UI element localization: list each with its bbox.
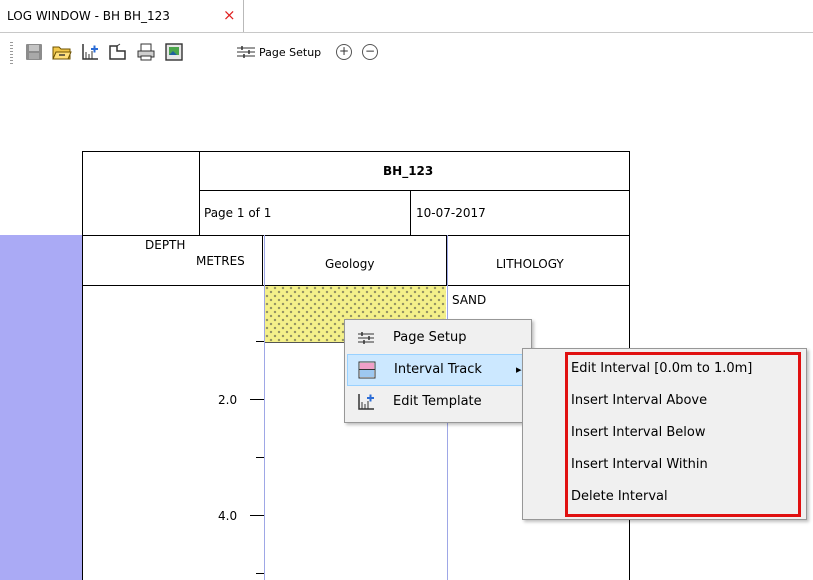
log-date: 10-07-2017 (416, 206, 486, 220)
open-folder-icon[interactable] (52, 42, 72, 62)
save-icon[interactable] (24, 42, 44, 62)
zoom-in-icon[interactable]: + (336, 44, 352, 60)
page-setup-icon (357, 329, 375, 347)
depth-header-line1: DEPTH (145, 238, 186, 252)
context-menu: Page Setup Interval Track ▸ Edit Templat… (344, 319, 532, 423)
menu-item-label: Interval Track (394, 362, 482, 377)
tab-log-window[interactable]: LOG WINDOW - BH BH_123 × (0, 0, 244, 32)
page-setup-button-label[interactable]: Page Setup (259, 46, 321, 59)
tab-title: LOG WINDOW - BH BH_123 (7, 9, 170, 23)
menu-item-interval-track[interactable]: Interval Track ▸ (347, 354, 527, 386)
edit-template-icon[interactable] (80, 42, 100, 62)
menu-item-label: Page Setup (393, 330, 467, 345)
close-icon[interactable]: × (223, 7, 236, 23)
zoom-out-icon[interactable]: − (362, 44, 378, 60)
depth-label-2: 2.0 (218, 393, 238, 407)
depth-band (0, 235, 82, 580)
menu-item-edit-template[interactable]: Edit Template (347, 387, 527, 417)
page-layout-icon[interactable] (108, 42, 128, 62)
depth-header-line2: METRES (196, 254, 245, 268)
print-icon[interactable] (136, 42, 156, 62)
interval-track-icon (358, 361, 376, 379)
toolbar: Page Setup + − (0, 33, 813, 75)
submenu-arrow-icon: ▸ (516, 363, 522, 376)
highlight-box (565, 352, 801, 517)
borehole-name: BH_123 (383, 164, 434, 178)
edit-template-icon (357, 393, 375, 411)
tab-bar: LOG WINDOW - BH BH_123 × (0, 0, 813, 33)
image-export-icon[interactable] (164, 42, 184, 62)
toolbar-grip[interactable] (10, 42, 13, 64)
page-setup-icon[interactable] (236, 42, 256, 62)
page-indicator: Page 1 of 1 (204, 206, 272, 220)
depth-label-4: 4.0 (218, 509, 238, 523)
lithology-header: LITHOLOGY (496, 257, 564, 271)
menu-item-page-setup[interactable]: Page Setup (347, 323, 527, 353)
lithology-label-sand: SAND (452, 293, 487, 307)
menu-item-label: Edit Template (393, 394, 482, 409)
